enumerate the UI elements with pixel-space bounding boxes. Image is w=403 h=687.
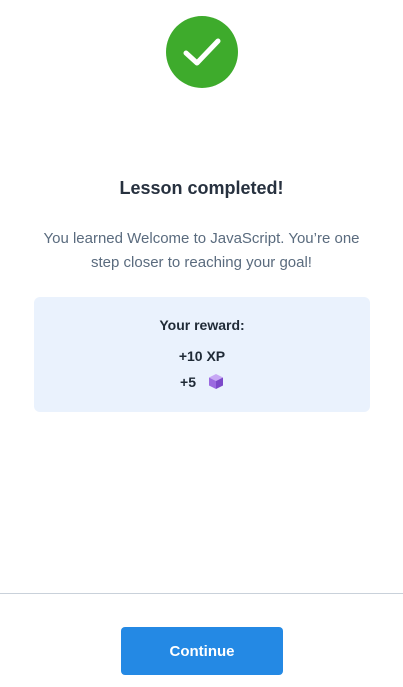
check-circle-icon xyxy=(166,16,238,88)
continue-button[interactable]: Continue xyxy=(121,627,283,675)
reward-card: Your reward: +10 XP +5 xyxy=(34,297,370,412)
footer-divider xyxy=(0,593,403,594)
reward-xp: +10 XP xyxy=(178,348,226,364)
reward-title: Your reward: xyxy=(159,317,245,333)
checkmark-icon xyxy=(183,38,221,66)
lesson-title: Lesson completed! xyxy=(119,178,284,198)
reward-gems: +5 xyxy=(34,373,370,393)
gem-icon xyxy=(208,373,224,393)
reward-gems-value: +5 xyxy=(180,374,196,390)
completion-message: You learned Welcome to JavaScript. You’r… xyxy=(43,230,360,271)
lesson-complete-screen: Lesson completed! You learned Welcome to… xyxy=(0,0,403,687)
